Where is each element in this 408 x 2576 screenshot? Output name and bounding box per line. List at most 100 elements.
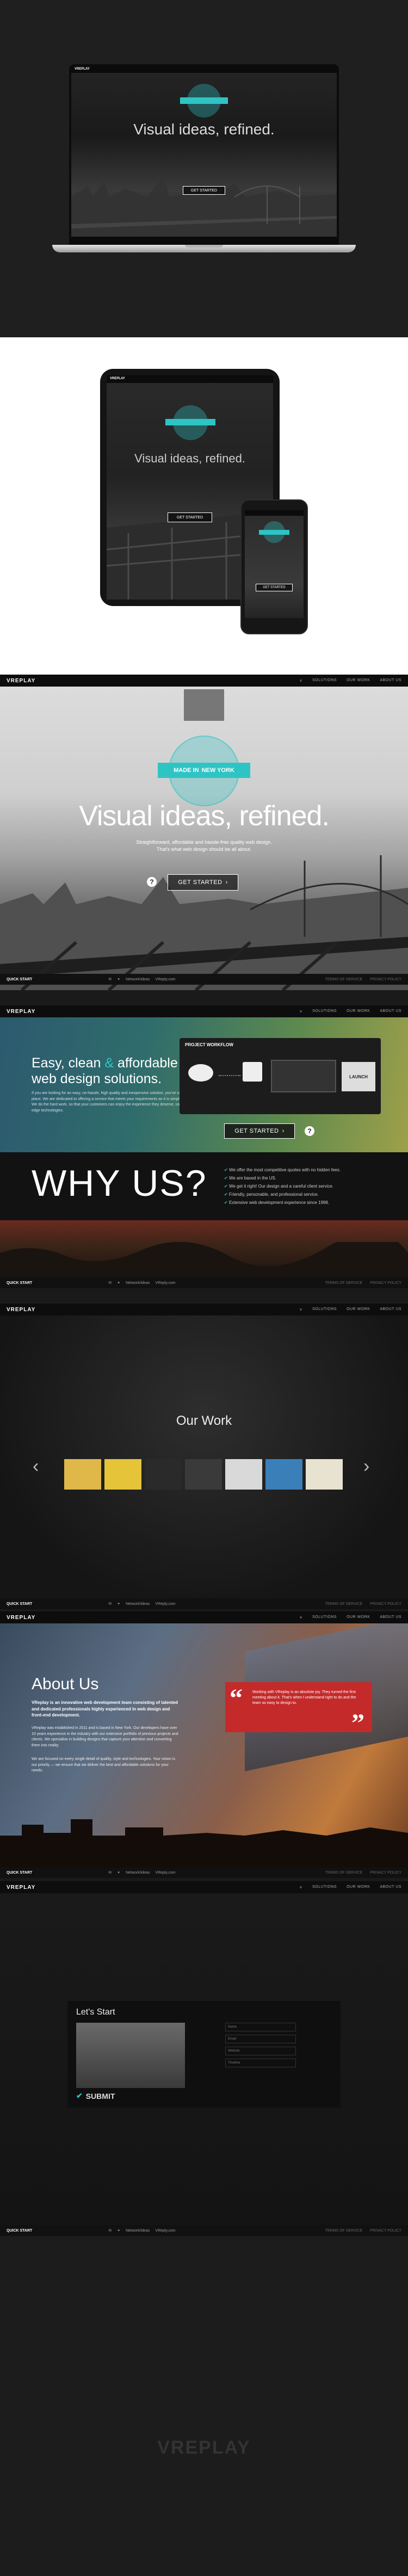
email-icon[interactable]: ✉ [108, 1602, 112, 1606]
terms-link[interactable]: TERMS OF SERVICE [325, 2229, 363, 2233]
nav-chevron-icon[interactable]: ∨ [299, 1615, 302, 1620]
contact-input[interactable]: Timeline [225, 2059, 296, 2067]
work-thumb[interactable] [145, 1459, 182, 1490]
nav-chevron-icon[interactable]: ∨ [299, 678, 302, 683]
nav-our-work[interactable]: OUR WORK [347, 678, 370, 683]
email-icon[interactable]: ✉ [108, 977, 112, 981]
privacy-link[interactable]: PRIVACY POLICY [370, 1602, 401, 1606]
mini-cta: GET STARTED [183, 186, 225, 195]
terms-link[interactable]: TERMS OF SERVICE [325, 1602, 363, 1606]
nav-about-us[interactable]: ABOUT US [380, 1885, 401, 1889]
contact-message-area[interactable] [76, 2023, 185, 2088]
why-item: ✔ We are based in the US. [224, 1176, 276, 1181]
brand-logo[interactable]: VREPLAY [7, 678, 35, 684]
laptop-screen: VREPLAY Visual ideas, refined. GET START… [71, 66, 337, 243]
network-link-2[interactable]: VReply.com [155, 978, 175, 981]
why-item: ✔ Friendly, personable, and professional… [224, 1192, 319, 1197]
nav-chevron-icon[interactable]: ∨ [299, 1009, 302, 1014]
nav-about-us[interactable]: ABOUT US [380, 678, 401, 683]
brand-logo[interactable]: VREPLAY [7, 1009, 35, 1015]
nav-chevron-icon[interactable]: ∨ [299, 1307, 302, 1312]
twitter-icon[interactable]: ✦ [117, 1602, 120, 1606]
quick-start-label[interactable]: QUICK START [7, 978, 32, 981]
twitter-icon[interactable]: ✦ [117, 1870, 120, 1875]
network-link-1[interactable]: Network/ideas [126, 1871, 150, 1875]
nav-solutions[interactable]: SOLUTIONS [312, 1885, 337, 1889]
contact-panel: Let's Start Name Email Website Timeline … [67, 2001, 341, 2108]
twitter-icon[interactable]: ✦ [117, 1281, 120, 1285]
check-icon: ✔ [224, 1184, 228, 1189]
network-link-1[interactable]: Network/ideas [126, 2229, 150, 2233]
network-link-2[interactable]: VReply.com [155, 2229, 175, 2233]
nav-about-us[interactable]: ABOUT US [380, 1615, 401, 1620]
carousel-prev-arrow[interactable]: ‹ [33, 1456, 39, 1477]
solutions-get-started-button[interactable]: GET STARTED › [224, 1123, 295, 1139]
network-link-1[interactable]: Network/ideas [126, 978, 150, 981]
network-link-2[interactable]: VReply.com [155, 1871, 175, 1875]
twitter-icon[interactable]: ✦ [117, 977, 120, 981]
brand-logo[interactable]: VREPLAY [7, 1885, 35, 1891]
privacy-link[interactable]: PRIVACY POLICY [370, 2229, 401, 2233]
nav-about-us[interactable]: ABOUT US [380, 1009, 401, 1014]
nav-solutions[interactable]: SOLUTIONS [312, 1009, 337, 1014]
carousel-next-arrow[interactable]: › [363, 1456, 369, 1477]
mini-headline: Visual ideas, refined. [133, 121, 275, 138]
quick-start-label[interactable]: QUICK START [7, 1281, 32, 1285]
email-icon[interactable]: ✉ [108, 2228, 112, 2233]
work-thumb[interactable] [306, 1459, 343, 1490]
laptop-mockup-section: VREPLAY Visual ideas, refined. GET START… [0, 0, 408, 337]
closing-section: VREPLAY [0, 2236, 408, 2576]
work-thumb[interactable] [265, 1459, 302, 1490]
hero-get-started-button[interactable]: GET STARTED › [168, 874, 238, 891]
work-thumb[interactable] [225, 1459, 262, 1490]
network-link-2[interactable]: VReply.com [155, 1602, 175, 1606]
terms-link[interactable]: TERMS OF SERVICE [325, 1281, 363, 1285]
terms-link[interactable]: TERMS OF SERVICE [325, 978, 363, 981]
work-thumbnails [64, 1459, 344, 1490]
nav-solutions[interactable]: SOLUTIONS [312, 1307, 337, 1312]
nav-chevron-icon[interactable]: ∨ [299, 1885, 302, 1889]
privacy-link[interactable]: PRIVACY POLICY [370, 978, 401, 981]
contact-input[interactable]: Website [225, 2047, 296, 2055]
work-thumb[interactable] [64, 1459, 101, 1490]
tablet-phone-section: VREPLAY Visual ideas, refined. GET START… [0, 337, 408, 675]
network-link-1[interactable]: Network/ideas [126, 1602, 150, 1606]
nav-our-work[interactable]: OUR WORK [347, 1009, 370, 1014]
work-thumb[interactable] [104, 1459, 141, 1490]
tablet-headline: Visual ideas, refined. [134, 452, 245, 465]
contact-input[interactable]: Name [225, 2023, 296, 2031]
submit-button[interactable]: ✔ SUBMIT [76, 2091, 115, 2101]
about-para-2: VReplay was established in 2011 and is b… [32, 1726, 178, 1747]
twitter-icon[interactable]: ✦ [117, 2228, 120, 2233]
nav-our-work[interactable]: OUR WORK [347, 1307, 370, 1312]
email-icon[interactable]: ✉ [108, 1281, 112, 1285]
network-link-2[interactable]: VReply.com [155, 1281, 175, 1285]
closing-logo: VREPLAY [157, 2437, 251, 2458]
contact-section: Let's Start Name Email Website Timeline … [0, 1893, 408, 2225]
contact-fields: Name Email Website Timeline [225, 2023, 296, 2071]
quick-start-label[interactable]: QUICK START [7, 1602, 32, 1606]
work-thumb[interactable] [185, 1459, 222, 1490]
nav-solutions[interactable]: SOLUTIONS [312, 678, 337, 683]
about-title: About Us [32, 1675, 99, 1693]
quick-start-label[interactable]: QUICK START [7, 2229, 32, 2233]
network-link-1[interactable]: Network/ideas [126, 1281, 150, 1285]
terms-link[interactable]: TERMS OF SERVICE [325, 1871, 363, 1875]
solutions-help-icon[interactable]: ? [305, 1126, 314, 1136]
hero-help-icon[interactable]: ? [147, 877, 157, 887]
about-us-section: About Us VReplay is an innovative web de… [0, 1623, 408, 1874]
brand-logo[interactable]: VREPLAY [7, 1307, 35, 1313]
privacy-link[interactable]: PRIVACY POLICY [370, 1871, 401, 1875]
nav-our-work[interactable]: OUR WORK [347, 1615, 370, 1620]
solutions-section: Easy, clean & affordable web design solut… [0, 1017, 408, 1152]
contact-input[interactable]: Email [225, 2035, 296, 2043]
nav-solutions[interactable]: SOLUTIONS [312, 1615, 337, 1620]
brand-logo[interactable]: VREPLAY [7, 1615, 35, 1621]
email-icon[interactable]: ✉ [108, 1870, 112, 1875]
privacy-link[interactable]: PRIVACY POLICY [370, 1281, 401, 1285]
nav-about-us[interactable]: ABOUT US [380, 1307, 401, 1312]
nav-our-work[interactable]: OUR WORK [347, 1885, 370, 1889]
our-work-title: Our Work [176, 1413, 232, 1428]
quick-start-label[interactable]: QUICK START [7, 1871, 32, 1875]
footer-bar-4: QUICK START ✉ ✦ Network/ideas VReply.com… [0, 1867, 408, 1878]
